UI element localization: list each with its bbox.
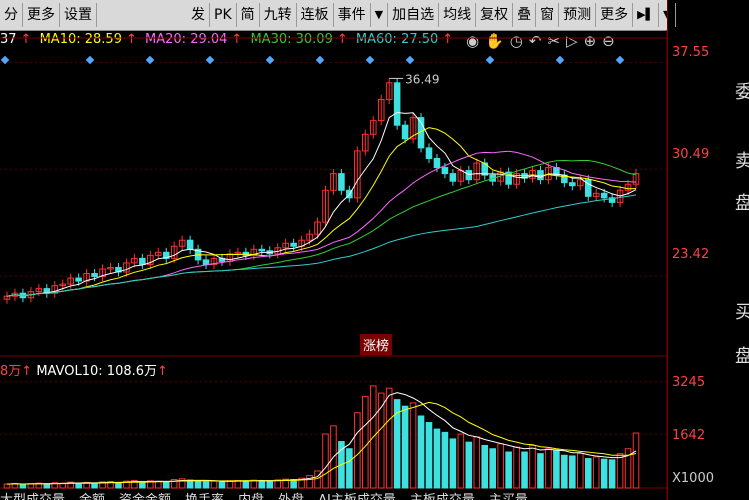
candle-body: [433, 157, 441, 169]
volume-bar: [433, 428, 441, 489]
volume-bar: [3, 483, 11, 489]
candle-body: [441, 167, 449, 175]
volume-bar: [537, 453, 544, 489]
candle-body: [139, 257, 146, 265]
volume-bar: [409, 402, 417, 489]
volume-bar: [202, 481, 210, 489]
volume-bar: [505, 451, 512, 489]
high-marker-label: 36.49: [405, 72, 439, 86]
volume-bar: [600, 458, 608, 489]
event-diamond: [615, 55, 625, 65]
volume-bar: [441, 431, 449, 489]
volume-bar: [91, 482, 98, 489]
volume-bar: [266, 480, 274, 489]
bottom-tab[interactable]: 大型成交量: [0, 489, 65, 500]
volume-bar: [362, 395, 369, 489]
bottom-tab[interactable]: 内盘: [238, 489, 264, 500]
volume-bar: [465, 441, 473, 489]
volume-bar: [561, 454, 568, 489]
volume-bar: [425, 422, 433, 489]
bottom-tab[interactable]: 换手率: [185, 489, 224, 500]
volume-bar: [354, 412, 361, 489]
candle-body: [186, 239, 194, 250]
volume-bar: [529, 444, 536, 489]
candle-body: [569, 182, 576, 187]
volume-bar: [632, 432, 640, 489]
volume-bar: [584, 458, 592, 489]
volume-bar: [616, 453, 624, 489]
event-diamond: [0, 55, 10, 65]
volume-bar: [569, 455, 576, 489]
volume-bar: [457, 433, 465, 489]
candle-body: [258, 248, 266, 252]
event-diamond: [265, 55, 275, 65]
volume-bar: [553, 449, 560, 489]
candle-body: [425, 147, 433, 159]
bottom-tab[interactable]: 金额: [79, 489, 105, 500]
kline-chart[interactable]: 36.49: [0, 0, 749, 500]
candle-body: [75, 277, 82, 282]
volume-bar: [608, 459, 616, 489]
bottom-tab[interactable]: 主板成交量: [410, 489, 475, 500]
volume-bar: [314, 470, 321, 489]
volume-bar: [545, 448, 552, 489]
volume-bar: [481, 444, 489, 489]
candle-body: [338, 173, 345, 191]
volume-bar: [306, 475, 313, 489]
volume-bar: [385, 387, 393, 489]
bottom-tab[interactable]: 主买量: [489, 489, 528, 500]
volume-bar: [139, 481, 146, 489]
event-diamond: [85, 55, 95, 65]
candle-body: [393, 82, 401, 126]
bottom-tabs: 大型成交量 金额 资金金额 换手率 内盘 外盘 AI主板成交量 主板成交量 主买量: [0, 489, 667, 500]
bottom-tab[interactable]: AI主板成交量: [318, 489, 396, 500]
volume-bar: [226, 480, 234, 489]
volume-bar: [194, 480, 202, 489]
volume-bar: [19, 483, 27, 489]
volume-bar: [473, 436, 481, 489]
volume-bar: [401, 405, 409, 489]
volume-bar: [576, 453, 584, 489]
candle-body: [91, 273, 98, 278]
volume-bar: [258, 479, 266, 489]
candle-body: [600, 192, 608, 199]
volume-bar: [322, 433, 329, 489]
volume-bar: [449, 438, 457, 489]
volume-bar: [513, 446, 520, 489]
event-diamond: [405, 55, 415, 65]
ma60-line: [6, 194, 637, 297]
volume-bar: [154, 480, 162, 489]
event-diamond: [365, 55, 375, 65]
volume-bar: [489, 448, 496, 489]
volume-bar: [417, 415, 425, 489]
ma10-line: [6, 127, 637, 297]
candle-body: [401, 124, 409, 140]
bottom-tab[interactable]: 资金金额: [119, 489, 171, 500]
candle-body: [290, 242, 297, 247]
volume-bar: [218, 480, 226, 489]
event-diamond: [315, 55, 325, 65]
volume-bar: [162, 481, 170, 489]
volume-bar: [43, 483, 51, 489]
event-diamond: [485, 55, 495, 65]
volume-bar: [210, 480, 218, 489]
volume-bar: [497, 443, 504, 489]
candle-body: [202, 259, 210, 265]
event-diamond: [145, 55, 155, 65]
volume-bar: [115, 482, 122, 489]
volume-bar: [592, 456, 600, 489]
volume-bar: [242, 480, 250, 489]
event-diamond: [555, 55, 565, 65]
candle-body: [449, 173, 457, 182]
bottom-tab[interactable]: 外盘: [278, 489, 304, 500]
candle-body: [465, 170, 473, 181]
event-diamond: [205, 55, 215, 65]
volume-bar: [346, 448, 353, 489]
volume-bar: [521, 451, 528, 489]
